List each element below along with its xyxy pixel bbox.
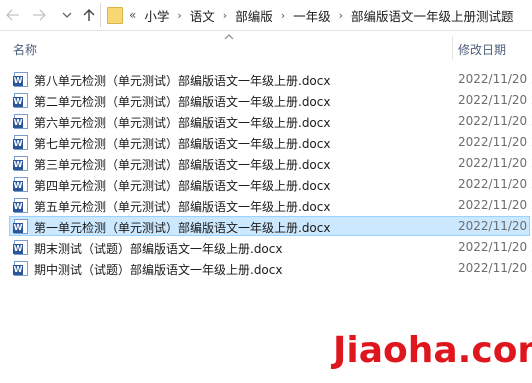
file-date: 2022/11/20 2 (458, 219, 532, 233)
word-document-icon: W (13, 156, 28, 171)
file-name: 第三单元检测（单元测试）部编版语文一年级上册.docx (34, 158, 331, 172)
file-date: 2022/11/20 2 (458, 240, 532, 254)
file-row[interactable]: W 期中测试（试题）部编版语文一年级上册.docx 2022/11/20 2 (0, 258, 532, 279)
file-date: 2022/11/20 2 (458, 198, 532, 212)
breadcrumb-item[interactable]: 一年级 (293, 6, 331, 25)
file-row[interactable]: W 第四单元检测（单元测试）部编版语文一年级上册.docx 2022/11/20… (0, 174, 532, 195)
watermark-logo: Jiaoha.com (333, 330, 532, 371)
breadcrumb-separator[interactable]: › (339, 9, 343, 22)
file-date: 2022/11/20 2 (458, 261, 532, 275)
breadcrumb-item[interactable]: 小学 (144, 6, 169, 25)
breadcrumb-item[interactable]: 语文 (190, 6, 215, 25)
breadcrumb: « 小学 › 语文 › 部编版 › 一年级 › 部编版语文一年级上册测试题 (129, 3, 514, 27)
file-row[interactable]: W 第二单元检测（单元测试）部编版语文一年级上册.docx 2022/11/20… (0, 90, 532, 111)
file-row[interactable]: W 第七单元检测（单元测试）部编版语文一年级上册.docx 2022/11/20… (0, 132, 532, 153)
file-name: 期末测试（试题）部编版语文一年级上册.docx (34, 242, 283, 256)
chevron-down-icon[interactable] (60, 5, 74, 25)
word-document-icon: W (13, 135, 28, 150)
file-name: 第四单元检测（单元测试）部编版语文一年级上册.docx (34, 179, 331, 193)
word-document-icon: W (13, 198, 28, 213)
file-date: 2022/11/20 2 (458, 135, 532, 149)
file-name: 第七单元检测（单元测试）部编版语文一年级上册.docx (34, 137, 331, 151)
file-row[interactable]: W 第八单元检测（单元测试）部编版语文一年级上册.docx 2022/11/20… (0, 69, 532, 90)
file-date: 2022/11/20 2 (458, 93, 532, 107)
breadcrumb-overflow[interactable]: « (129, 8, 136, 22)
file-row[interactable]: W 第六单元检测（单元测试）部编版语文一年级上册.docx 2022/11/20… (0, 111, 532, 132)
breadcrumb-separator[interactable]: › (223, 9, 227, 22)
file-name: 第一单元检测（单元测试）部编版语文一年级上册.docx (34, 221, 331, 235)
word-document-icon: W (13, 177, 28, 192)
word-document-icon: W (13, 240, 28, 255)
file-name: 期中测试（试题）部编版语文一年级上册.docx (34, 263, 283, 277)
file-name: 第六单元检测（单元测试）部编版语文一年级上册.docx (34, 116, 331, 130)
column-divider[interactable] (452, 36, 453, 60)
file-name: 第二单元检测（单元测试）部编版语文一年级上册.docx (34, 95, 331, 109)
breadcrumb-separator[interactable]: › (177, 9, 181, 22)
file-date: 2022/11/20 2 (458, 177, 532, 191)
file-row-selected[interactable]: W 第一单元检测（单元测试）部编版语文一年级上册.docx 2022/11/20… (0, 216, 532, 237)
breadcrumb-item[interactable]: 部编版语文一年级上册测试题 (351, 6, 514, 25)
file-list: W 第八单元检测（单元测试）部编版语文一年级上册.docx 2022/11/20… (0, 69, 532, 279)
file-date: 2022/11/20 2 (458, 72, 532, 86)
word-document-icon: W (13, 219, 28, 234)
column-header-date[interactable]: 修改日期 (458, 41, 506, 58)
word-document-icon: W (13, 261, 28, 276)
word-document-icon: W (13, 72, 28, 87)
file-row[interactable]: W 期末测试（试题）部编版语文一年级上册.docx 2022/11/20 2 (0, 237, 532, 258)
file-date: 2022/11/20 2 (458, 114, 532, 128)
sort-ascending-icon (224, 32, 234, 43)
file-row[interactable]: W 第五单元检测（单元测试）部编版语文一年级上册.docx 2022/11/20… (0, 195, 532, 216)
word-document-icon: W (13, 93, 28, 108)
file-name: 第八单元检测（单元测试）部编版语文一年级上册.docx (34, 74, 331, 88)
breadcrumb-item[interactable]: 部编版 (235, 6, 273, 25)
word-document-icon: W (13, 114, 28, 129)
file-name: 第五单元检测（单元测试）部编版语文一年级上册.docx (34, 200, 331, 214)
file-row[interactable]: W 第三单元检测（单元测试）部编版语文一年级上册.docx 2022/11/20… (0, 153, 532, 174)
column-header-name[interactable]: 名称 (13, 41, 37, 58)
up-icon[interactable] (80, 5, 98, 25)
breadcrumb-separator[interactable]: › (281, 9, 285, 22)
forward-icon[interactable] (30, 5, 48, 25)
navigation-bar: « 小学 › 语文 › 部编版 › 一年级 › 部编版语文一年级上册测试题 (0, 0, 532, 31)
back-icon[interactable] (4, 5, 22, 25)
file-date: 2022/11/20 2 (458, 156, 532, 170)
address-bar[interactable]: « 小学 › 语文 › 部编版 › 一年级 › 部编版语文一年级上册测试题 (100, 3, 532, 27)
folder-icon (107, 7, 123, 24)
